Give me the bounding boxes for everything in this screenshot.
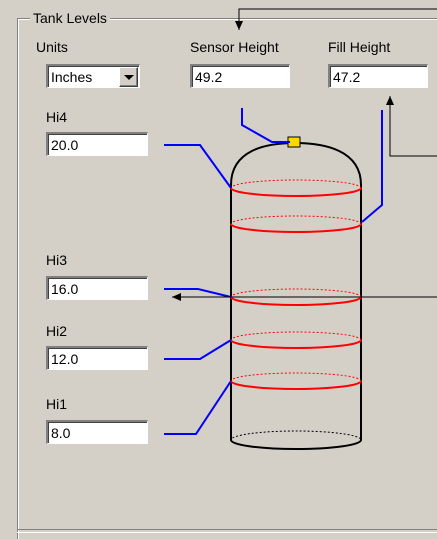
ring-hi3-front xyxy=(230,296,362,306)
leader-fill xyxy=(361,110,383,223)
pointer-arrows xyxy=(172,8,437,301)
leader-hi4 xyxy=(164,144,232,189)
ring-fill-front xyxy=(230,223,362,233)
ring-hi1-front xyxy=(230,380,362,390)
leader-hi2 xyxy=(164,339,232,360)
level-rings xyxy=(230,179,362,390)
tank-bottom-rim xyxy=(230,430,362,450)
tank-body xyxy=(230,141,362,450)
ring-hi4-front xyxy=(230,187,362,197)
leader-hi3 xyxy=(164,288,232,298)
tank-diagram xyxy=(164,8,437,450)
leader-hi1 xyxy=(164,380,232,435)
ring-hi2-front xyxy=(230,339,362,349)
arrow-to-fill-height xyxy=(386,96,437,157)
leader-sensor xyxy=(241,108,290,143)
arrow-to-sensor-height xyxy=(235,8,437,30)
